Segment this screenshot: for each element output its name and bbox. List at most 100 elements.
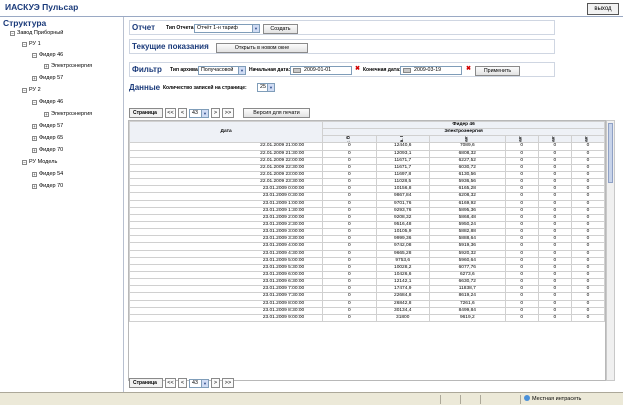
tree-node[interactable]: + Фидер 54 xyxy=(32,171,63,178)
tree-node[interactable]: − Фидер 46 xyxy=(32,99,63,106)
expand-icon[interactable]: + xyxy=(32,75,37,81)
value-cell: 0 xyxy=(570,299,605,308)
print-version-button[interactable]: Версия для печати xyxy=(243,108,310,118)
table-row: 22.01.2009 23:00:00 0 11697,8 6130,56 0 0 0 xyxy=(129,170,605,180)
value-cell: 0 xyxy=(322,170,377,180)
report-type-select[interactable]: Отчёт 1-н тариф ▼ xyxy=(194,24,260,33)
value-cell: 0 xyxy=(322,292,377,301)
archive-type-select[interactable]: Получасовой ▼ xyxy=(198,66,246,75)
clear-start-date-icon[interactable]: ✖ xyxy=(355,65,360,72)
collapse-icon[interactable]: − xyxy=(10,30,15,36)
value-cell: 0 xyxy=(537,299,572,308)
collapse-icon[interactable]: − xyxy=(22,159,27,165)
tree-node[interactable]: + Фидер 70 xyxy=(32,147,63,154)
date-cell: 23.01.2009 4:30:00 xyxy=(129,249,324,258)
first-page-button[interactable]: << xyxy=(165,108,176,118)
expand-icon[interactable]: + xyxy=(32,171,37,177)
next-page-button[interactable]: > xyxy=(211,378,220,388)
prev-page-button[interactable]: < xyxy=(178,378,187,388)
tree-node[interactable]: + Электроэнергия xyxy=(44,63,92,70)
prev-page-button[interactable]: < xyxy=(178,108,187,118)
table-row: 23.01.2009 8:00:00 0 26842,8 7261,6 0 0 0 xyxy=(129,299,605,308)
page-select[interactable]: 43 ▼ xyxy=(189,378,209,388)
value-cell: 0 xyxy=(570,235,605,244)
value-cell: 0 xyxy=(504,263,539,272)
last-page-button[interactable]: >> xyxy=(222,108,234,118)
collapse-icon[interactable]: − xyxy=(22,87,27,93)
value-cell: 0 xyxy=(537,263,572,272)
value-cell: 0 xyxy=(537,142,572,151)
table-row: 23.01.2009 5:00:00 0 9753,6 5960,64 0 0 0 xyxy=(129,256,605,265)
date-column-header: Дата xyxy=(129,121,324,144)
end-date-input[interactable]: 2009-03-19 xyxy=(400,66,462,75)
date-cell: 23.01.2009 8:30:00 xyxy=(129,306,324,315)
table-row: 22.01.2009 22:00:00 0 11671,7 6227,52 0 0 0 xyxy=(129,156,605,165)
date-cell: 23.01.2009 7:30:00 xyxy=(129,292,324,301)
calendar-icon[interactable] xyxy=(403,68,411,73)
expand-icon[interactable]: + xyxy=(32,135,37,141)
expand-icon[interactable]: + xyxy=(44,111,49,117)
value-cell: 0 xyxy=(570,213,605,222)
value-cell: 5888,64 xyxy=(428,235,506,244)
tree-node[interactable]: + Фидер 65 xyxy=(32,135,63,142)
pager-label: Страница xyxy=(129,108,163,118)
tree-node[interactable]: − РУ 1 xyxy=(22,41,41,48)
collapse-icon[interactable]: − xyxy=(32,99,37,105)
feeder-group-header: Фидер 46 xyxy=(322,121,605,130)
value-cell: 0 xyxy=(570,242,605,251)
exit-button[interactable]: выход xyxy=(587,3,619,15)
value-cell: 0 xyxy=(570,163,605,172)
tree-node-label: Завод Приборный xyxy=(17,30,64,36)
date-cell: 23.01.2009 7:00:00 xyxy=(129,285,324,294)
tree-node[interactable]: + Фидер 57 xyxy=(32,123,63,130)
last-page-button[interactable]: >> xyxy=(222,378,234,388)
collapse-icon[interactable]: − xyxy=(22,41,27,47)
next-page-button[interactable]: > xyxy=(211,108,220,118)
apply-filter-button[interactable]: Применить xyxy=(475,65,520,76)
value-cell: 0 xyxy=(537,270,572,280)
tree-node[interactable]: − РУ 2 xyxy=(22,87,41,94)
collapse-icon[interactable]: − xyxy=(32,52,37,58)
globe-icon xyxy=(524,395,530,401)
tree-node[interactable]: − Фидер 46 xyxy=(32,52,63,59)
data-label: Данные xyxy=(129,83,161,92)
value-cell: 31800 xyxy=(375,313,430,322)
records-per-page-select[interactable]: 25 ▼ xyxy=(257,83,275,92)
tree-node[interactable]: − РУ Модель xyxy=(22,159,57,166)
value-cell: 6165,28 xyxy=(428,185,506,194)
tree-node[interactable]: + Фидер 57 xyxy=(32,75,63,82)
expand-icon[interactable]: + xyxy=(44,63,49,69)
value-cell: 0 xyxy=(322,242,377,251)
value-cell: 5868,48 xyxy=(428,213,506,222)
table-scrollbar[interactable] xyxy=(606,120,615,381)
value-cell: 0 xyxy=(504,256,539,265)
table-row: 23.01.2009 9:00:00 0 31800 9619,2 0 0 0 xyxy=(129,313,605,322)
value-cell: 0 xyxy=(570,313,605,322)
first-page-button[interactable]: << xyxy=(165,378,176,388)
clear-end-date-icon[interactable]: ✖ xyxy=(466,65,471,72)
expand-icon[interactable]: + xyxy=(32,123,37,129)
page-select[interactable]: 43 ▼ xyxy=(189,108,209,118)
tree-node[interactable]: − Завод Приборный xyxy=(10,30,63,37)
table-row: 23.01.2009 5:30:00 0 10028,2 6077,76 0 0 0 xyxy=(129,263,605,272)
create-report-button[interactable]: Создать xyxy=(263,23,298,34)
value-cell: 30134,4 xyxy=(375,306,430,315)
tree-node-label: Фидер 65 xyxy=(39,135,64,141)
tree-node[interactable]: + Фидер 70 xyxy=(32,183,63,190)
value-cell: 26842,8 xyxy=(375,299,430,308)
calendar-icon[interactable] xyxy=(293,68,301,73)
tree-node[interactable]: + Электроэнергия xyxy=(44,111,92,118)
open-new-window-button[interactable]: Открыть в новом окне xyxy=(216,42,308,53)
column-header-label: Реакт4. xyxy=(585,137,591,142)
value-cell: 0 xyxy=(504,156,539,165)
expand-icon[interactable]: + xyxy=(32,183,37,189)
value-cell: 11838,7 xyxy=(428,285,506,294)
page-value: 43 xyxy=(192,109,198,116)
date-cell: 22.01.2009 22:30:00 xyxy=(129,163,324,172)
value-cell: 10426,6 xyxy=(375,270,430,280)
start-date-input[interactable]: 2009-01-01 xyxy=(290,66,352,75)
scrollbar-thumb[interactable] xyxy=(608,123,613,183)
value-cell: 9293,76 xyxy=(375,206,430,215)
table-row: 23.01.2009 2:30:00 0 9516,48 5950,24 0 0 0 xyxy=(129,220,605,230)
expand-icon[interactable]: + xyxy=(32,147,37,153)
